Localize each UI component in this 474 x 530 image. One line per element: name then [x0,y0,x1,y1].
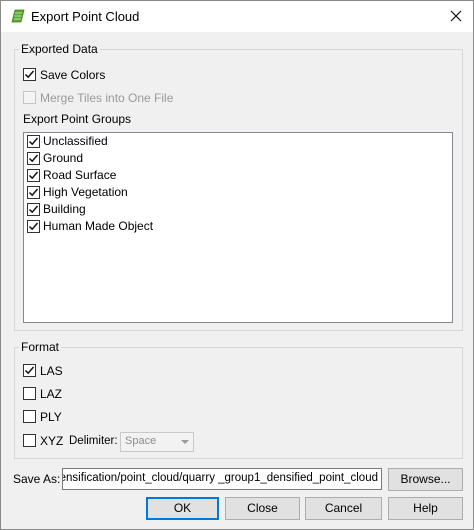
save-as-path: _densification/point_cloud/quarry _group… [62,472,378,484]
window-title: Export Point Cloud [31,9,140,24]
save-as-input[interactable]: _densification/point_cloud/quarry _group… [62,468,382,490]
laz-label[interactable]: LAZ [40,387,62,401]
xyz-checkbox[interactable] [23,434,36,447]
delimiter-select[interactable]: Space [120,432,194,452]
list-item-label: Unclassified [43,134,108,148]
delimiter-value: Space [125,435,157,447]
high-vegetation-checkbox[interactable] [27,186,40,199]
list-item-label: Ground [43,151,84,165]
chevron-down-icon [181,440,189,444]
list-item-unclassified[interactable]: Unclassified [24,133,450,150]
las-label[interactable]: LAS [40,364,63,378]
help-button[interactable]: Help [388,497,463,520]
app-icon [11,9,25,23]
close-icon[interactable] [447,7,465,25]
merge-tiles-checkbox [23,91,36,104]
list-item-label: High Vegetation [43,185,128,199]
browse-button[interactable]: Browse... [388,468,463,491]
ground-checkbox[interactable] [27,152,40,165]
point-groups-list[interactable]: Unclassified Ground Road Surface High Ve… [23,132,453,323]
list-item-ground[interactable]: Ground [24,150,450,167]
list-item-road-surface[interactable]: Road Surface [24,167,450,184]
las-checkbox[interactable] [23,364,36,377]
merge-tiles-label: Merge Tiles into One File [40,91,174,105]
export-point-cloud-dialog: Export Point Cloud Exported Data Save Co… [0,0,474,530]
list-item-human-made-object[interactable]: Human Made Object [24,218,450,235]
list-item-label: Human Made Object [43,219,154,233]
format-legend: Format [19,340,62,354]
ply-checkbox[interactable] [23,410,36,423]
list-item-label: Building [43,202,86,216]
save-colors-checkbox[interactable] [23,68,36,81]
ply-label[interactable]: PLY [40,410,62,424]
exported-data-legend: Exported Data [19,42,100,56]
ok-button[interactable]: OK [146,497,219,520]
list-item-building[interactable]: Building [24,201,450,218]
list-item-high-vegetation[interactable]: High Vegetation [24,184,450,201]
title-bar: Export Point Cloud [1,1,473,32]
xyz-label[interactable]: XYZ [40,434,63,448]
building-checkbox[interactable] [27,203,40,216]
road-surface-checkbox[interactable] [27,169,40,182]
human-made-object-checkbox[interactable] [27,220,40,233]
export-point-groups-label: Export Point Groups [23,112,132,126]
save-colors-label[interactable]: Save Colors [40,68,105,82]
save-as-label: Save As: [13,472,61,486]
close-button[interactable]: Close [225,497,300,520]
laz-checkbox[interactable] [23,387,36,400]
delimiter-label: Delimiter: [69,435,118,447]
list-item-label: Road Surface [43,168,117,182]
cancel-button[interactable]: Cancel [305,497,382,520]
unclassified-checkbox[interactable] [27,135,40,148]
